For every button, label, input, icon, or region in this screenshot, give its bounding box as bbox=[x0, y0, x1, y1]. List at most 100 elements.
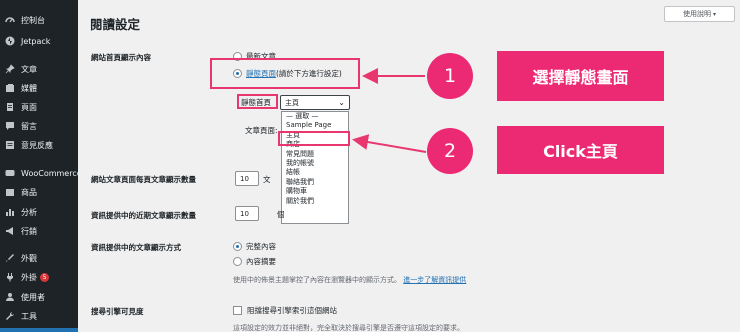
sidebar-item-label: 控制台 bbox=[21, 15, 45, 25]
feed-desc-text: 使用中的佈景主題掌控了內容在瀏覽器中的顯示方式。 bbox=[233, 276, 401, 284]
step1-callout: 選擇靜態畫面 bbox=[497, 51, 664, 101]
checkbox[interactable] bbox=[233, 306, 242, 315]
pin-icon bbox=[5, 64, 15, 74]
radio-button-selected[interactable] bbox=[233, 242, 242, 251]
sidebar-item-comments[interactable]: 留言 bbox=[0, 116, 78, 136]
sidebar-item-analytics[interactable]: 分析 bbox=[0, 202, 78, 222]
dropdown-option[interactable]: 購物車 bbox=[282, 187, 348, 196]
sidebar-item-plugins[interactable]: 外掛 5 bbox=[0, 267, 78, 287]
sidebar-item-label: 媒體 bbox=[21, 83, 37, 93]
summary-radio[interactable]: 內容摘要 bbox=[233, 256, 276, 267]
dropdown-option[interactable]: Sample Page bbox=[282, 121, 348, 130]
sidebar-item-posts[interactable]: 文章 bbox=[0, 59, 78, 79]
radio-button-selected[interactable] bbox=[233, 69, 242, 78]
homepage-select-value: 主頁 bbox=[285, 98, 299, 107]
sidebar-active-indicator bbox=[0, 328, 78, 332]
marketing-icon bbox=[5, 226, 15, 236]
dropdown-option[interactable]: 聯絡我們 bbox=[282, 178, 348, 187]
radio-button[interactable] bbox=[233, 257, 242, 266]
summary-label: 內容摘要 bbox=[246, 257, 276, 266]
sidebar-item-media[interactable]: 媒體 bbox=[0, 78, 78, 98]
sidebar-item-marketing[interactable]: 行銷 bbox=[0, 221, 78, 241]
help-label: 使用說明 bbox=[682, 10, 711, 18]
sidebar-item-tools[interactable]: 工具 bbox=[0, 306, 78, 326]
homepage-dropdown-list: — 選取 — Sample Page 主頁 商店 常見問題 我的帳號 結帳 聯絡… bbox=[281, 111, 349, 224]
sidebar-item-pages[interactable]: 頁面 bbox=[0, 97, 78, 117]
syndication-suffix: 個 bbox=[277, 210, 285, 219]
homepage-display-label: 網站首頁顯示內容 bbox=[91, 53, 151, 62]
sidebar-item-label: 行銷 bbox=[21, 226, 37, 236]
sidebar-item-label: 意見反應 bbox=[21, 140, 53, 150]
product-icon bbox=[5, 187, 15, 197]
static-page-note: (請於下方進行設定) bbox=[276, 69, 342, 78]
sidebar-item-label: WooCommerce bbox=[21, 168, 82, 178]
feed-learn-more-link[interactable]: 進一步了解資訊提供 bbox=[403, 276, 466, 284]
appearance-icon bbox=[5, 253, 15, 263]
blog-pages-label: 網站文章頁面每頁文章顯示數量 bbox=[91, 175, 196, 184]
blog-pages-value: 10 bbox=[240, 174, 249, 183]
plugin-update-badge: 5 bbox=[40, 272, 49, 282]
homepage-select[interactable]: 主頁 ⌄ bbox=[280, 95, 350, 110]
syndication-input[interactable]: 10 bbox=[235, 206, 259, 221]
posts-page-label: 文章頁面: bbox=[245, 126, 278, 135]
sidebar-item-label: 外掛 bbox=[21, 272, 37, 282]
tools-icon bbox=[5, 311, 15, 321]
jetpack-icon bbox=[5, 36, 15, 46]
dropdown-option[interactable]: 常見問題 bbox=[282, 150, 348, 159]
chevron-down-icon: ⌄ bbox=[338, 98, 345, 107]
sidebar-item-label: 商品 bbox=[21, 187, 37, 197]
static-page-link[interactable]: 靜態頁面 bbox=[246, 68, 276, 79]
static-page-radio[interactable]: 靜態頁面 (請於下方進行設定) bbox=[233, 68, 342, 79]
page-icon bbox=[5, 102, 15, 112]
dropdown-option[interactable]: 關於我們 bbox=[282, 197, 348, 206]
media-icon bbox=[5, 83, 15, 93]
feed-content-label: 資訊提供中的文章顯示方式 bbox=[91, 243, 181, 252]
sidebar-item-label: 工具 bbox=[21, 311, 37, 321]
search-visibility-label: 搜尋引擎可見度 bbox=[91, 307, 144, 316]
dropdown-option[interactable]: 我的帳號 bbox=[282, 159, 348, 168]
dashboard-icon bbox=[5, 15, 15, 25]
sidebar-item-label: 文章 bbox=[21, 64, 37, 74]
analytics-icon bbox=[5, 207, 15, 217]
sidebar-item-jetpack[interactable]: Jetpack bbox=[0, 31, 78, 51]
admin-sidebar: 控制台 Jetpack 文章 媒體 頁面 留言 意見反應 WooCommerce… bbox=[0, 0, 82, 332]
full-text-label: 完整內容 bbox=[246, 242, 276, 251]
arrow-step2 bbox=[352, 134, 427, 153]
comment-icon bbox=[5, 121, 15, 131]
highlight-homepage-option bbox=[278, 131, 350, 146]
homepage-select-label: 靜態首頁 bbox=[241, 98, 271, 107]
sidebar-item-label: Jetpack bbox=[21, 36, 51, 46]
help-button[interactable]: 使用說明 ▾ bbox=[664, 6, 735, 22]
dropdown-option[interactable]: — 選取 — bbox=[282, 112, 348, 121]
discourage-search-checkbox[interactable]: 阻擋搜尋引擎索引這個網站 bbox=[233, 305, 337, 316]
step2-callout: Click主頁 bbox=[497, 126, 664, 174]
sidebar-item-feedback[interactable]: 意見反應 bbox=[0, 135, 78, 155]
sidebar-item-label: 頁面 bbox=[21, 102, 37, 112]
sidebar-item-label: 外觀 bbox=[21, 253, 37, 263]
settings-main: 閱讀設定 使用說明 ▾ 網站首頁顯示內容 最新文章 靜態頁面 (請於下方進行設定… bbox=[78, 0, 740, 332]
page-title: 閱讀設定 bbox=[90, 17, 141, 32]
caret-down-icon: ▾ bbox=[712, 10, 716, 18]
feedback-icon bbox=[5, 140, 15, 150]
dropdown-option[interactable]: 結帳 bbox=[282, 168, 348, 177]
step2-circle: 2 bbox=[427, 128, 473, 174]
woocommerce-icon bbox=[5, 168, 15, 178]
blog-pages-suffix: 文 bbox=[263, 175, 271, 184]
sidebar-item-users[interactable]: 使用者 bbox=[0, 287, 78, 307]
syndication-label: 資訊提供中的近期文章顯示數量 bbox=[91, 211, 196, 220]
sidebar-item-label: 分析 bbox=[21, 207, 37, 217]
blog-pages-input[interactable]: 10 bbox=[235, 171, 259, 186]
sidebar-item-appearance[interactable]: 外觀 bbox=[0, 248, 78, 268]
sidebar-item-label: 留言 bbox=[21, 121, 37, 131]
search-visibility-description: 這項設定的效力並非絕對，完全取決於搜尋引擎是否遵守這項設定的要求。 bbox=[233, 324, 464, 332]
full-text-radio[interactable]: 完整內容 bbox=[233, 241, 276, 252]
sidebar-item-label: 使用者 bbox=[21, 292, 45, 302]
step1-circle: 1 bbox=[427, 53, 473, 99]
syndication-value: 10 bbox=[240, 209, 249, 218]
plugin-icon bbox=[5, 272, 15, 282]
discourage-search-label: 阻擋搜尋引擎索引這個網站 bbox=[247, 306, 337, 315]
users-icon bbox=[5, 292, 15, 302]
sidebar-item-dashboard[interactable]: 控制台 bbox=[0, 10, 78, 30]
sidebar-item-woocommerce[interactable]: WooCommerce bbox=[0, 163, 82, 183]
sidebar-item-products[interactable]: 商品 bbox=[0, 182, 78, 202]
